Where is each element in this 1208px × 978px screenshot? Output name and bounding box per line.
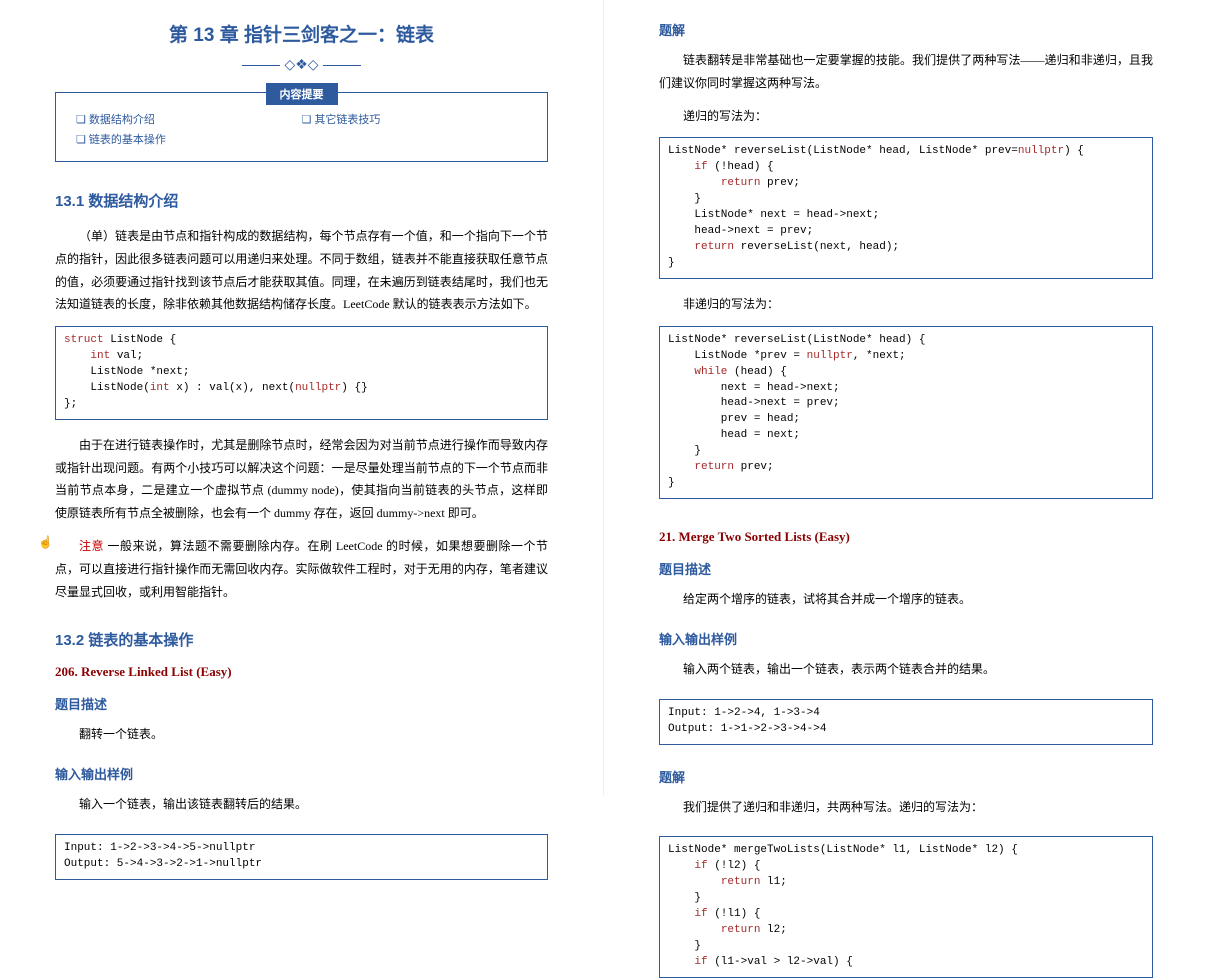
section-heading-13-1: 13.1 数据结构介绍 bbox=[55, 190, 548, 211]
section-heading-13-2: 13.2 链表的基本操作 bbox=[55, 629, 548, 650]
code-listnode-struct: struct ListNode { int val; ListNode *nex… bbox=[55, 326, 548, 420]
paragraph: 翻转一个链表。 bbox=[55, 723, 548, 746]
chapter-title: 第 13 章 指针三剑客之一：链表 bbox=[55, 20, 548, 47]
code-io-206: Input: 1->2->3->4->5->nullptr Output: 5-… bbox=[55, 834, 548, 880]
subheading-solution: 题解 bbox=[659, 20, 1153, 39]
code-merge-recursive: ListNode* mergeTwoLists(ListNode* l1, Li… bbox=[659, 836, 1153, 978]
problem-title-21: 21. Merge Two Sorted Lists (Easy) bbox=[659, 529, 1153, 545]
toc-item[interactable]: 其它链表技巧 bbox=[302, 111, 528, 127]
subheading-io: 输入输出样例 bbox=[55, 764, 548, 783]
paragraph: 由于在进行链表操作时，尤其是删除节点时，经常会因为对当前节点进行操作而导致内存或… bbox=[55, 434, 548, 525]
toc-item[interactable]: 数据结构介绍 bbox=[76, 111, 302, 127]
paragraph: 链表翻转是非常基础也一定要掌握的技能。我们提供了两种写法——递归和非递归，且我们… bbox=[659, 49, 1153, 95]
toc-item[interactable]: 链表的基本操作 bbox=[76, 131, 302, 147]
toc-tag: 内容提要 bbox=[266, 83, 338, 105]
warning-icon: ☝ bbox=[38, 535, 53, 550]
subheading-description: 题目描述 bbox=[659, 559, 1153, 578]
subheading-io: 输入输出样例 bbox=[659, 629, 1153, 648]
paragraph: 递归的写法为： bbox=[659, 105, 1153, 128]
paragraph: 输入两个链表，输出一个链表，表示两个链表合并的结果。 bbox=[659, 658, 1153, 681]
toc-box: 内容提要 数据结构介绍 链表的基本操作 其它链表技巧 bbox=[55, 92, 548, 162]
paragraph: 我们提供了递归和非递归，共两种写法。递归的写法为： bbox=[659, 796, 1153, 819]
code-reverse-iterative: ListNode* reverseList(ListNode* head) { … bbox=[659, 326, 1153, 499]
paragraph: （单）链表是由节点和指针构成的数据结构，每个节点存有一个值，和一个指向下一个节点… bbox=[55, 225, 548, 316]
note-paragraph: 注意 一般来说，算法题不需要删除内存。在刷 LeetCode 的时候，如果想要删… bbox=[55, 535, 548, 603]
chapter-decor: ◇❖◇ bbox=[55, 57, 548, 74]
code-reverse-recursive: ListNode* reverseList(ListNode* head, Li… bbox=[659, 137, 1153, 279]
problem-title-206: 206. Reverse Linked List (Easy) bbox=[55, 664, 548, 680]
page-left: 第 13 章 指针三剑客之一：链表 ◇❖◇ 内容提要 数据结构介绍 链表的基本操… bbox=[0, 0, 604, 795]
subheading-description: 题目描述 bbox=[55, 694, 548, 713]
paragraph: 非递归的写法为： bbox=[659, 293, 1153, 316]
paragraph: 给定两个增序的链表，试将其合并成一个增序的链表。 bbox=[659, 588, 1153, 611]
page-right: 题解 链表翻转是非常基础也一定要掌握的技能。我们提供了两种写法——递归和非递归，… bbox=[604, 0, 1208, 795]
paragraph: 输入一个链表，输出该链表翻转后的结果。 bbox=[55, 793, 548, 816]
code-io-21: Input: 1->2->4, 1->3->4 Output: 1->1->2-… bbox=[659, 699, 1153, 745]
subheading-solution: 题解 bbox=[659, 767, 1153, 786]
